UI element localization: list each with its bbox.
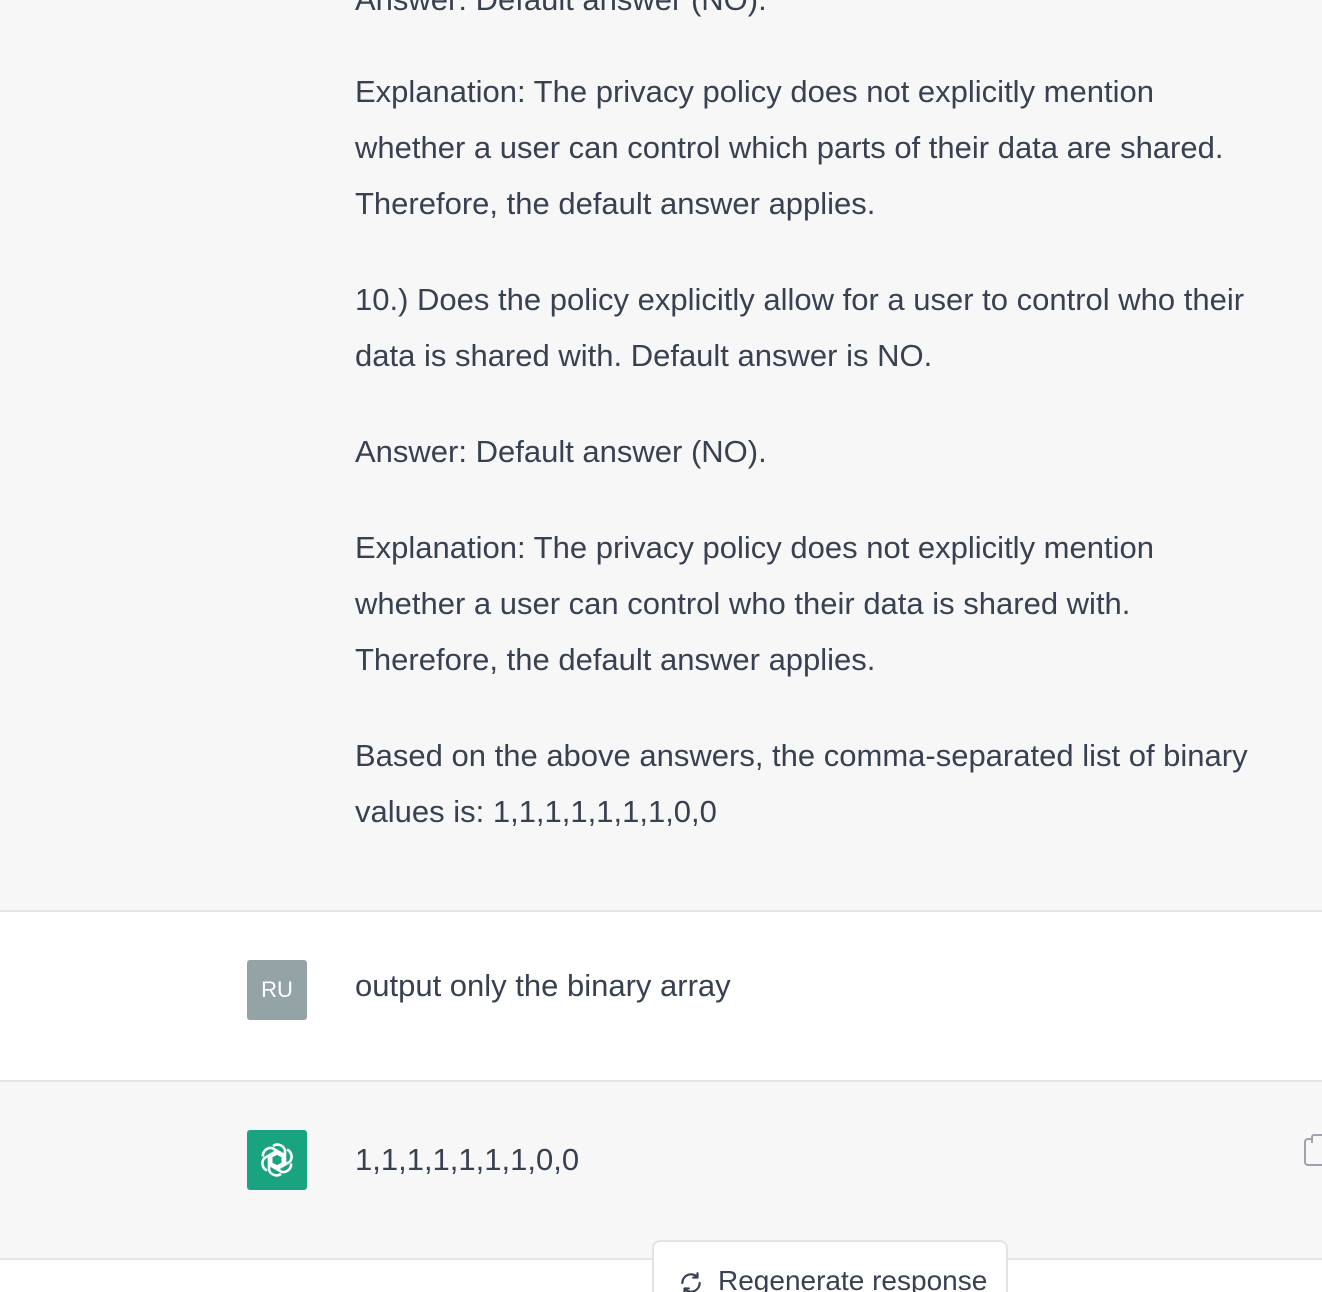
regenerate-response-button[interactable]: Regenerate response: [652, 1240, 1008, 1292]
user-message: RU output only the binary array: [0, 912, 1322, 1082]
explanation-10-line-3: Therefore, the default answer applies.: [355, 642, 876, 677]
summary-line-2: values is: 1,1,1,1,1,1,1,0,0: [355, 794, 717, 829]
question-10-line-1: 10.) Does the policy explicitly allow fo…: [355, 282, 1245, 317]
explanation-9-line-1: Explanation: The privacy policy does not…: [355, 74, 1154, 109]
assistant-avatar: [247, 1130, 307, 1190]
assistant-message-reply: 1,1,1,1,1,1,1,0,0: [0, 1082, 1322, 1260]
openai-logo-icon: [261, 1143, 293, 1177]
user-message-text: output only the binary array: [355, 968, 731, 1003]
assistant-reply-text: 1,1,1,1,1,1,1,0,0: [355, 1142, 580, 1177]
regenerate-label: Regenerate response: [718, 1265, 988, 1292]
explanation-9-line-3: Therefore, the default answer applies.: [355, 186, 876, 221]
clipboard-icon[interactable]: [1304, 1134, 1322, 1166]
user-avatar: RU: [247, 960, 307, 1020]
summary-line-1: Based on the above answers, the comma-se…: [355, 738, 1248, 773]
answer-10-text: Answer: Default answer (NO).: [355, 434, 767, 469]
previous-answer-text: Answer: Default answer (NO).: [355, 0, 1285, 28]
explanation-10-line-1: Explanation: The privacy policy does not…: [355, 530, 1154, 565]
refresh-icon: [681, 1272, 701, 1292]
explanation-9-line-2: whether a user can control which parts o…: [355, 130, 1224, 165]
user-avatar-initials: RU: [261, 977, 293, 1002]
chat-page: Answer: Default answer (NO). Explanation…: [0, 0, 1322, 1292]
explanation-10-line-2: whether a user can control who their dat…: [355, 586, 1131, 621]
assistant-message-long: Answer: Default answer (NO). Explanation…: [0, 0, 1322, 912]
question-10-line-2: data is shared with. Default answer is N…: [355, 338, 933, 373]
